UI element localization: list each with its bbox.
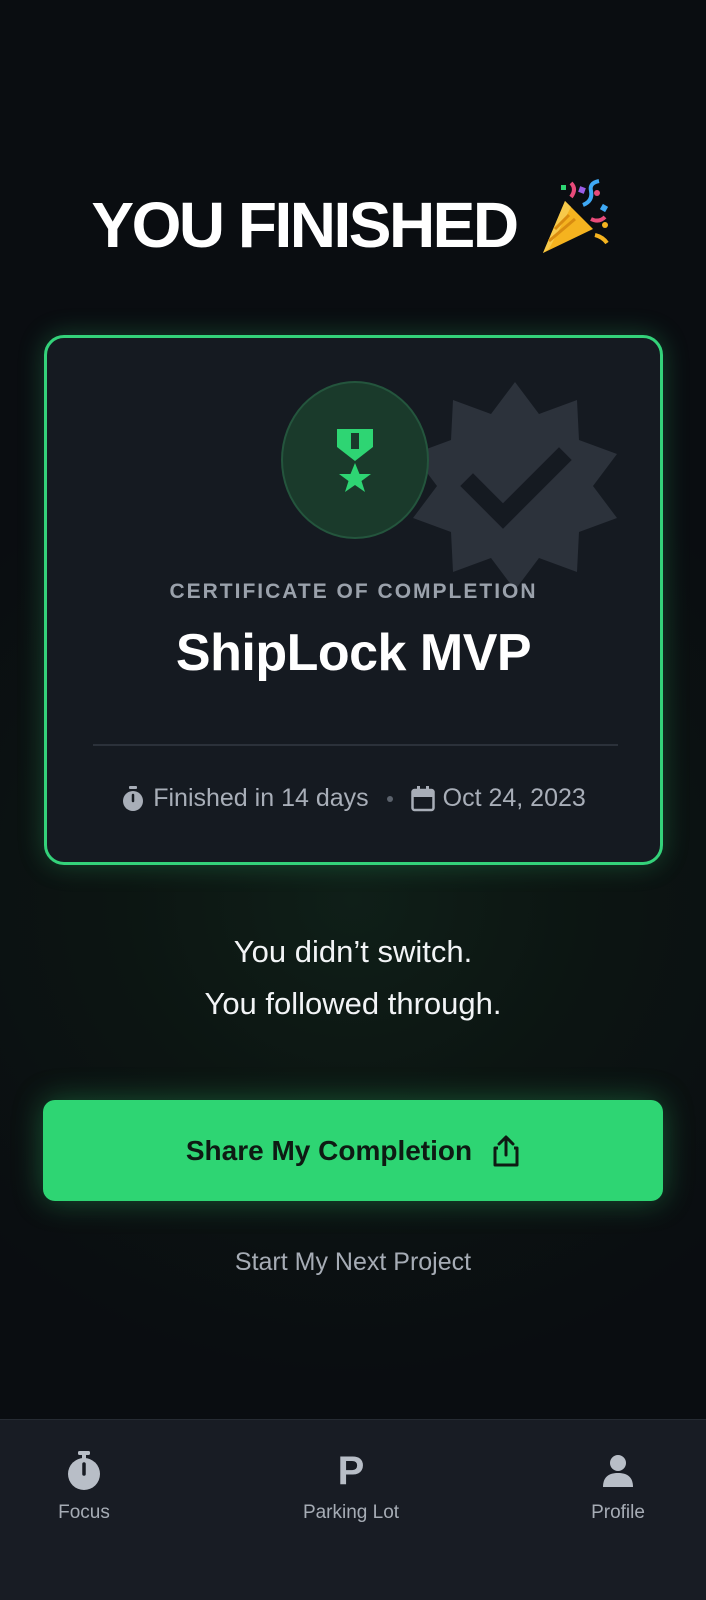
page-title: YOU FINISHED — [91, 189, 519, 261]
certificate-meta: Finished in 14 days Oct 24, 2023 — [47, 784, 660, 813]
message-line-2: You followed through. — [204, 986, 502, 1021]
share-completion-button[interactable]: Share My Completion — [43, 1100, 663, 1201]
stopwatch-icon — [123, 785, 144, 811]
divider — [93, 744, 618, 746]
share-button-label: Share My Completion — [185, 1134, 473, 1166]
nav-item-parking-lot[interactable]: P Parking Lot — [251, 1450, 451, 1524]
duration-item: Finished in 14 days — [121, 784, 369, 813]
nav-item-profile[interactable]: Profile — [518, 1450, 706, 1524]
certificate-label: CERTIFICATE OF COMPLETION — [169, 580, 538, 603]
start-next-project-link[interactable]: Start My Next Project — [0, 1248, 706, 1277]
message-line-1: You didn’t switch. — [233, 934, 473, 969]
nav-label-parking-lot: Parking Lot — [302, 1502, 400, 1523]
calendar-icon — [410, 785, 435, 811]
nav-item-focus[interactable]: Focus — [0, 1450, 184, 1524]
medal-icon — [337, 429, 373, 492]
certificate-card: CERTIFICATE OF COMPLETION ShipLock MVP F… — [44, 335, 663, 865]
bottom-nav: Focus P Parking Lot Profile — [0, 1419, 706, 1600]
verified-badge-icon — [413, 382, 617, 590]
separator-dot — [386, 795, 393, 802]
title-row: YOU FINISHED — [0, 179, 706, 265]
duration-text: Finished in 14 days — [153, 784, 369, 812]
nav-label-focus: Focus — [58, 1502, 110, 1523]
nav-label-profile: Profile — [591, 1502, 645, 1523]
medal-icon-circle — [281, 381, 429, 539]
stopwatch-icon — [68, 1451, 100, 1490]
date-text: Oct 24, 2023 — [442, 784, 586, 812]
completion-message: You didn’t switch. You followed through. — [0, 926, 706, 1030]
date-item: Oct 24, 2023 — [410, 784, 586, 813]
parking-icon: P — [337, 1449, 365, 1493]
project-name: ShipLock MVP — [175, 624, 532, 682]
share-icon — [493, 1135, 519, 1166]
completion-screen: YOU FINISHED CERTIFICATE OF COMPLETION S… — [0, 0, 706, 1600]
person-icon — [603, 1455, 633, 1487]
party-popper-icon — [542, 179, 609, 253]
